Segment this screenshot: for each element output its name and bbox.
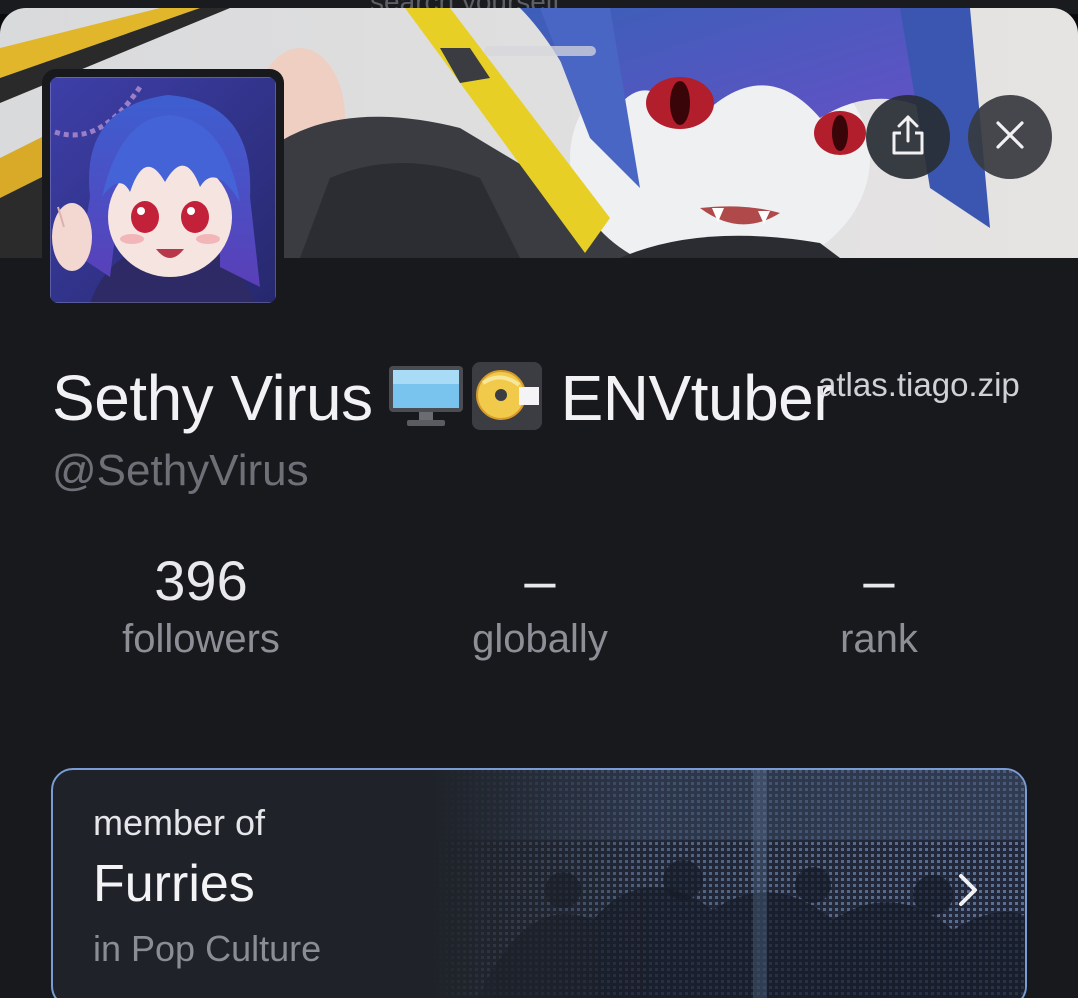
display-name-suffix: ENVtuber [560,362,835,434]
share-button[interactable] [866,95,950,179]
profile-handle: @SethyVirus [52,446,309,495]
chevron-right-icon [953,870,983,915]
stat-globally: – globally [390,549,690,662]
desktop-computer-emoji [387,364,465,433]
stat-rank-value: – [863,549,895,612]
stat-globally-label: globally [472,617,608,661]
display-name: Sethy Virus [52,362,373,434]
stat-followers[interactable]: 396 followers [51,549,351,662]
community-name: Furries [93,855,255,913]
community-category: in Pop Culture [93,928,322,969]
profile-name-row: Sethy Virus ENVtuber [52,356,835,440]
avatar-frame [42,69,284,311]
stat-followers-value: 396 [154,549,248,612]
stat-globally-value: – [524,549,556,612]
community-card-artwork [433,770,1025,998]
stat-rank-label: rank [840,617,918,661]
share-icon [888,113,928,162]
profile-sheet: Sethy Virus ENVtuber atlas.tiago.zip @Se [0,8,1078,998]
community-card[interactable]: member of Furries in Pop Culture [51,768,1027,998]
close-button[interactable] [968,95,1052,179]
watermark: atlas.tiago.zip [818,366,1020,403]
sheet-grab-handle[interactable] [484,46,596,56]
stat-followers-label: followers [122,617,280,661]
community-subtitle: member of [93,802,266,843]
stat-rank: – rank [729,549,1029,662]
avatar[interactable] [50,77,276,303]
close-icon [994,119,1026,156]
dvd-emoji [471,361,543,436]
